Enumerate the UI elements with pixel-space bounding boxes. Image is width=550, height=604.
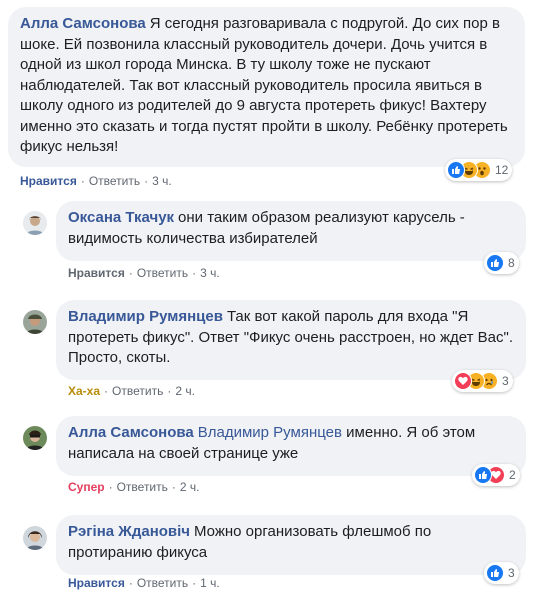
separator: · — [80, 174, 85, 188]
reply-button[interactable]: Ответить — [117, 480, 168, 494]
avatar[interactable] — [23, 310, 47, 334]
comment-actions: Нравится · Ответить · 3 ч. — [20, 174, 172, 188]
love-icon — [454, 372, 472, 390]
avatar[interactable] — [23, 526, 47, 550]
like-button[interactable]: Нравится — [68, 576, 125, 590]
comment-actions: Нравится · Ответить · 3 ч. — [68, 266, 220, 280]
timestamp[interactable]: 1 ч. — [200, 576, 220, 590]
comment-bubble: Оксана Ткачук они таким образом реализуют… — [56, 201, 526, 261]
comment-bubble: Алла Самсонова Я сегодня разговаривала с … — [8, 7, 525, 167]
timestamp[interactable]: 3 ч. — [200, 266, 220, 280]
separator: · — [192, 266, 197, 280]
mention-link[interactable]: Владимир Румянцев — [198, 424, 342, 441]
comment-bubble: Рэгіна Ждановіч Можно организовать флешмо… — [56, 515, 526, 575]
reply-button[interactable]: Ответить — [137, 576, 188, 590]
separator: · — [104, 384, 109, 398]
like-icon — [486, 254, 504, 272]
like-button[interactable]: Супер — [68, 480, 105, 494]
like-button[interactable]: Нравится — [20, 174, 77, 188]
like-button[interactable]: Ха-ха — [68, 384, 100, 398]
reaction-count: 2 — [509, 468, 516, 482]
reaction-summary[interactable]: 3 — [484, 562, 519, 584]
reaction-count: 3 — [502, 374, 509, 388]
reaction-summary[interactable]: 8 — [484, 252, 519, 274]
reaction-summary[interactable]: 12 — [445, 159, 513, 181]
reaction-summary[interactable]: 2 — [472, 464, 520, 486]
reaction-count: 8 — [508, 256, 515, 270]
reaction-summary[interactable]: 3 — [452, 370, 513, 392]
like-button[interactable]: Нравится — [68, 266, 125, 280]
timestamp[interactable]: 3 ч. — [152, 174, 172, 188]
separator: · — [108, 480, 113, 494]
like-icon — [486, 564, 504, 582]
comment-author[interactable]: Рэгіна Ждановіч — [68, 523, 190, 540]
comment-bubble: Алла Самсонова Владимир Румянцев именно. … — [56, 416, 526, 476]
reply-button[interactable]: Ответить — [137, 266, 188, 280]
comment-author[interactable]: Оксана Ткачук — [68, 209, 174, 226]
comment-text: Я сегодня разговаривала с подругой. До с… — [20, 15, 508, 155]
comment-actions: Супер · Ответить · 2 ч. — [68, 480, 199, 494]
reply-button[interactable]: Ответить — [112, 384, 163, 398]
comment-author[interactable]: Алла Самсонова — [20, 15, 146, 32]
avatar[interactable] — [23, 426, 47, 450]
like-icon — [447, 161, 465, 179]
comment-bubble: Владимир Румянцев Так вот какой пароль дл… — [56, 300, 526, 380]
separator: · — [167, 384, 172, 398]
separator: · — [171, 480, 176, 494]
reply-button[interactable]: Ответить — [89, 174, 140, 188]
comment-actions: Ха-ха · Ответить · 2 ч. — [68, 384, 195, 398]
reaction-count: 3 — [508, 566, 515, 580]
reaction-count: 12 — [495, 163, 509, 177]
timestamp[interactable]: 2 ч. — [175, 384, 195, 398]
avatar[interactable] — [23, 211, 47, 235]
separator: · — [128, 576, 133, 590]
comment-author[interactable]: Алла Самсонова — [68, 424, 194, 441]
separator: · — [128, 266, 133, 280]
comment-actions: Нравится · Ответить · 1 ч. — [68, 576, 220, 590]
comment-author[interactable]: Владимир Румянцев — [68, 308, 223, 325]
separator: · — [192, 576, 197, 590]
separator: · — [144, 174, 149, 188]
timestamp[interactable]: 2 ч. — [180, 480, 200, 494]
like-icon — [474, 466, 492, 484]
